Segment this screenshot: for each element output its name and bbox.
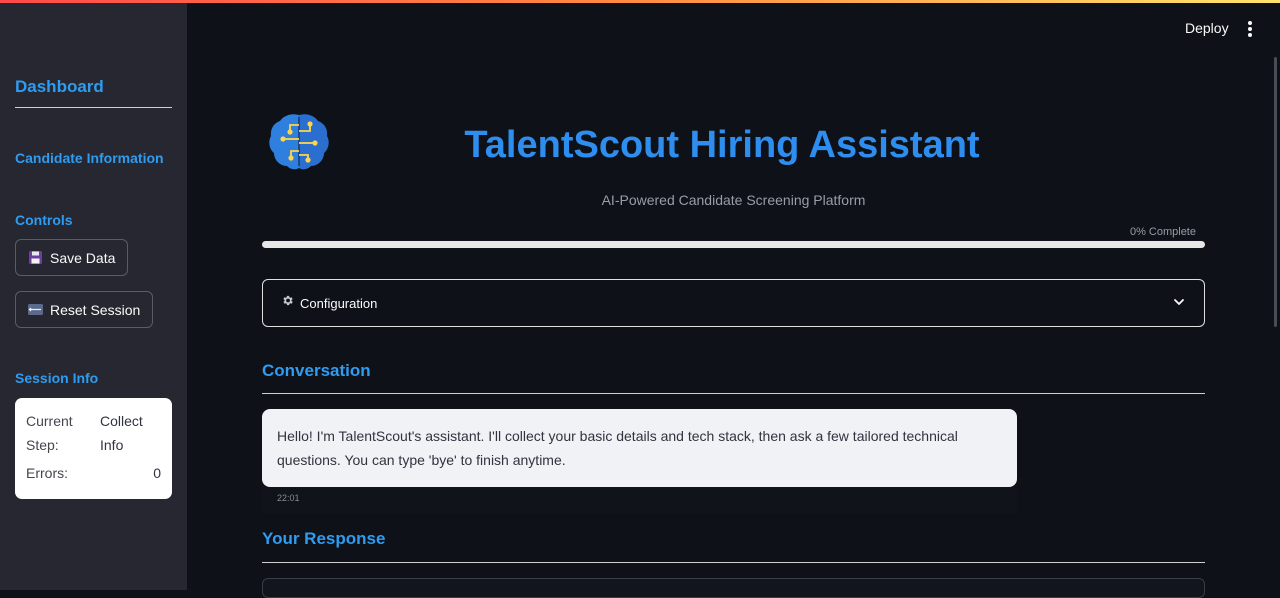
errors-row: Errors: 0 xyxy=(26,461,161,485)
session-info-card: Current Step: Collect Info Errors: 0 xyxy=(15,398,172,499)
your-response-heading: Your Response xyxy=(262,529,386,548)
session-info-heading: Session Info xyxy=(15,370,99,386)
message-footer xyxy=(262,487,1017,513)
current-step-value: Collect Info xyxy=(100,413,143,453)
current-step-row: Current Step: Collect Info xyxy=(26,409,161,457)
response-divider xyxy=(262,562,1205,563)
sidebar-title: Dashboard xyxy=(15,77,104,96)
progress-label: 0% Complete xyxy=(1129,226,1196,238)
configuration-expander[interactable]: Configuration xyxy=(262,279,1205,327)
current-step-key: Current Step: xyxy=(26,413,73,453)
sidebar: Dashboard Candidate Information Controls… xyxy=(0,3,187,590)
gear-icon xyxy=(281,294,294,312)
save-data-button[interactable]: Save Data xyxy=(15,239,129,276)
deploy-button[interactable]: Deploy xyxy=(1185,20,1229,36)
assistant-message: Hello! I'm TalentScout's assistant. I'll… xyxy=(262,409,1017,487)
configuration-label: Configuration xyxy=(300,295,378,311)
top-decoration-bar xyxy=(0,0,1280,3)
sidebar-divider xyxy=(15,107,172,108)
message-timestamp: 22:01 xyxy=(277,493,300,503)
save-data-label: Save Data xyxy=(50,249,116,266)
conversation-divider xyxy=(262,393,1205,394)
chevron-down-icon xyxy=(1172,295,1186,314)
conversation-heading: Conversation xyxy=(262,361,371,380)
errors-key: Errors: xyxy=(26,465,68,481)
floppy-disk-icon xyxy=(28,250,43,265)
response-input[interactable] xyxy=(262,578,1205,598)
page-title: TalentScout Hiring Assistant xyxy=(464,124,980,166)
page-subtitle: AI-Powered Candidate Screening Platform xyxy=(601,192,866,208)
main-scrollbar[interactable] xyxy=(1274,57,1277,327)
candidate-info-heading: Candidate Information xyxy=(15,150,164,166)
brain-circuit-icon xyxy=(266,109,332,175)
reset-session-button[interactable]: Reset Session xyxy=(15,291,154,328)
reset-session-label: Reset Session xyxy=(50,301,141,318)
kebab-menu-icon[interactable] xyxy=(1247,21,1253,37)
controls-heading: Controls xyxy=(15,212,73,228)
end-arrow-icon xyxy=(28,302,43,317)
errors-value: 0 xyxy=(153,465,161,481)
progress-bar xyxy=(262,241,1205,248)
